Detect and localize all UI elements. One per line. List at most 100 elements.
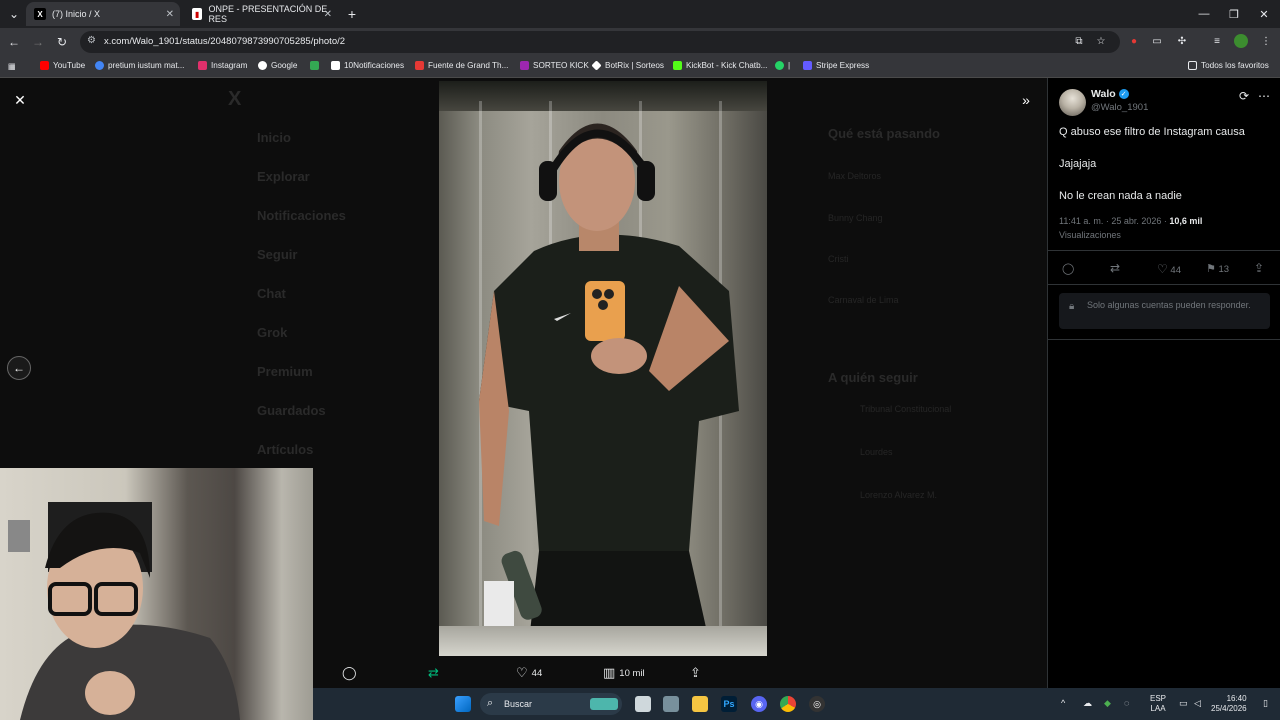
clock[interactable]: 16:40 25/4/2026 (1211, 694, 1247, 714)
views-button[interactable]: ▥ 10 mil (603, 665, 645, 681)
chart-bars-icon: ▥ (603, 665, 616, 680)
collapse-sidebar-icon[interactable]: » (1014, 88, 1038, 112)
bookmark-fuente-gta[interactable]: Fuente de Grand Th... (415, 61, 508, 70)
tab-onpe[interactable]: ▮ ONPE - PRESENTACIÓN DE RES ✕ (184, 2, 338, 26)
webcam-person-figure (8, 502, 240, 720)
folder-icon (1188, 61, 1197, 70)
tray-chevron-icon[interactable]: ^ (1061, 698, 1065, 708)
background-follow: Lorenzo Alvarez M. (860, 490, 938, 500)
omnibox[interactable]: ⚙ x.com/Walo_1901/status/204807987399070… (80, 31, 1120, 53)
bookmark-pretium[interactable]: pretium iustum mat... (95, 61, 184, 70)
share-icon[interactable]: ⇪ (1254, 261, 1264, 275)
bookmark-colored[interactable] (310, 61, 323, 70)
forward-icon[interactable]: → (30, 34, 46, 50)
background-x-logo-icon: X (228, 88, 242, 110)
avatar[interactable] (1059, 89, 1086, 116)
bookmark-icon: ⚑ (1206, 263, 1216, 275)
all-favorites[interactable]: Todos los favoritos (1188, 61, 1269, 70)
cast-icon[interactable]: ⧉ (1072, 34, 1086, 48)
extensions-puzzle-icon[interactable]: ✣ (1175, 34, 1189, 48)
share-button[interactable]: ⇪ (690, 665, 705, 681)
author-handle[interactable]: @Walo_1901 (1091, 102, 1148, 113)
url-text[interactable]: x.com/Walo_1901/status/20480798739907052… (104, 36, 345, 47)
bookmark-whatsapp[interactable]: | (775, 61, 790, 70)
background-trend: Bunny Chang (828, 213, 883, 223)
reload-icon[interactable]: ↻ (54, 34, 70, 50)
background-menu-item: Guardados (257, 403, 326, 418)
lock-icon: 🔒︎ (1069, 301, 1075, 312)
bookmark-button[interactable]: ⚑ 13 (1206, 262, 1229, 275)
windows-start-icon[interactable] (455, 696, 471, 712)
more-options-icon[interactable]: ⋯ (1258, 89, 1270, 103)
obs-icon[interactable]: ◎ (809, 696, 825, 712)
background-menu-item: Premium (257, 364, 313, 379)
close-tab-icon[interactable]: ✕ (166, 9, 174, 20)
volume-icon[interactable]: ◁ (1194, 698, 1201, 709)
bookmark-sorteo-kick[interactable]: SORTEO KICK (520, 61, 589, 70)
retweet-icon: ⇄ (428, 665, 439, 680)
bookmark-google[interactable]: Google (258, 61, 297, 70)
app-icon[interactable] (663, 696, 679, 712)
bookmark-youtube[interactable]: YouTube (40, 61, 85, 70)
tweet-timestamp[interactable]: 11:41 a. m. · 25 abr. 2026 · (1059, 216, 1169, 226)
kickbot-icon (673, 61, 682, 70)
task-view-icon[interactable] (635, 696, 651, 712)
close-tab-icon[interactable]: ✕ (324, 9, 332, 20)
background-menu-item: Chat (257, 286, 286, 301)
tray-app-icon[interactable]: ◆ (1104, 698, 1111, 709)
author-name-row[interactable]: Walo ✓ (1091, 88, 1129, 100)
media-control-icon[interactable]: ≡ (1210, 34, 1224, 48)
browser-tab-strip: ⌄ X (7) Inicio / X ✕ ▮ ONPE - PRESENTACI… (0, 0, 1280, 28)
background-menu-item: Artículos (257, 442, 314, 457)
bookmark-star-icon[interactable]: ☆ (1094, 34, 1108, 48)
menu-dots-icon[interactable]: ⋮ (1259, 34, 1273, 48)
retweet-button[interactable]: ⇄ (428, 665, 443, 681)
tab-search-icon[interactable]: ⌄ (6, 6, 22, 22)
back-icon[interactable]: ← (6, 34, 22, 50)
new-tab-button[interactable]: + (344, 6, 360, 22)
notifications-icon[interactable]: ▯ (1263, 698, 1268, 709)
reply-button[interactable]: ◯ (342, 665, 361, 681)
sorteo-icon (520, 61, 529, 70)
f-logo-icon (415, 61, 424, 70)
chrome-icon[interactable] (780, 696, 796, 712)
tray-cloud-icon[interactable]: ☁ (1083, 698, 1092, 709)
tweet-detail-panel: Walo ✓ @Walo_1901 ⟳ ⋯ Q abuso ese filtro … (1047, 78, 1280, 688)
background-trend: Cristi (828, 254, 849, 264)
extension-red-icon[interactable]: ● (1127, 34, 1141, 48)
bookmark-instagram[interactable]: Instagram (198, 61, 247, 70)
bookmark-10notificaciones[interactable]: 10Notificaciones (331, 61, 404, 70)
site-info-icon[interactable]: ⚙ (87, 35, 96, 46)
x-logo-icon: X (34, 8, 46, 20)
file-explorer-icon[interactable] (692, 696, 708, 712)
extension-card-icon[interactable]: ▭ (1150, 34, 1164, 48)
tab-x-home[interactable]: X (7) Inicio / X ✕ (26, 2, 180, 26)
author-name[interactable]: Walo (1091, 88, 1116, 100)
tab-title: ONPE - PRESENTACIÓN DE RES (208, 4, 328, 24)
heart-icon: ♡ (1157, 262, 1168, 276)
reply-icon[interactable]: ◯ (1062, 262, 1074, 275)
apps-grid-icon[interactable]: ▦ (8, 61, 16, 71)
search-placeholder: Buscar (504, 699, 533, 709)
like-button[interactable]: ♡ 44 (1157, 262, 1181, 276)
wifi-icon[interactable]: ▭ (1179, 698, 1188, 709)
stripe-icon (803, 61, 812, 70)
photoshop-icon[interactable]: Ps (721, 696, 737, 712)
close-window-button[interactable]: ✕ (1246, 0, 1280, 28)
bookmark-stripe[interactable]: Stripe Express (803, 61, 869, 70)
discord-icon[interactable]: ◉ (751, 696, 767, 712)
views-label: Visualizaciones (1059, 230, 1121, 240)
bookmark-kickbot[interactable]: KickBot - Kick Chatb... (673, 61, 767, 70)
background-menu-item: Explorar (257, 169, 310, 184)
close-viewer-icon[interactable]: ✕ (8, 88, 32, 112)
tweet-photo[interactable] (439, 81, 767, 656)
retweet-icon[interactable]: ⇄ (1110, 261, 1120, 275)
language-indicator[interactable]: ESP LAA (1150, 694, 1166, 714)
bookmark-botrix[interactable]: BotRix | Sorteos (591, 60, 664, 71)
previous-photo-button[interactable]: ← (7, 356, 31, 380)
viewer-action-bar: ◯ ⇄ ♡ 44 ▥ 10 mil ⇪ (314, 660, 1047, 688)
grok-icon[interactable]: ⟳ (1239, 89, 1249, 103)
like-button[interactable]: ♡ 44 (516, 665, 542, 681)
profile-avatar[interactable] (1234, 34, 1248, 48)
taskbar-search[interactable]: ⌕ Buscar (480, 693, 622, 715)
